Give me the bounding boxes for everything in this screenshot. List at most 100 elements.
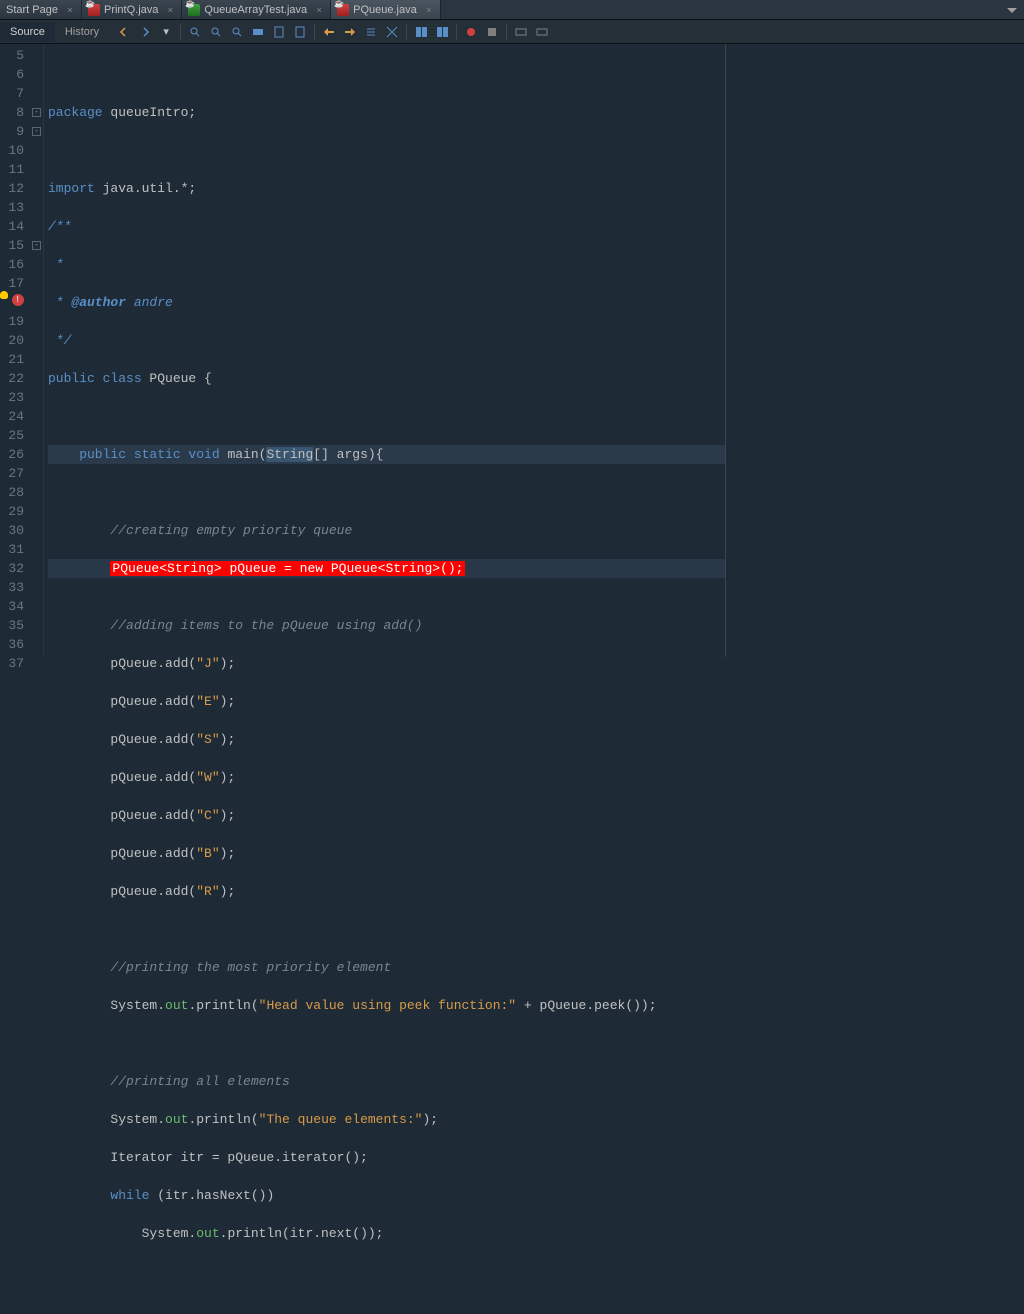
code-line: System.out.println("Head value using pee… [48, 996, 725, 1015]
line-number: 12 [0, 179, 24, 198]
code-line: package queueIntro; [48, 103, 725, 122]
line-number: 30 [0, 521, 24, 540]
back-icon[interactable] [115, 23, 133, 41]
source-tab[interactable]: Source [0, 22, 55, 42]
dropdown-icon[interactable]: ▾ [157, 23, 175, 41]
toggle-highlight-icon[interactable] [249, 23, 267, 41]
tab-label: PrintQ.java [104, 4, 158, 16]
file-tabs-bar: Start Page × ☕ PrintQ.java × ☕ QueueArra… [0, 0, 1024, 20]
history-tab[interactable]: History [55, 22, 109, 42]
line-number: 6 [0, 65, 24, 84]
code-line: while (itr.hasNext()) [48, 1186, 725, 1205]
line-number: 29 [0, 502, 24, 521]
code-line [48, 407, 725, 426]
line-number: 23 [0, 388, 24, 407]
code-line: //creating empty priority queue [48, 521, 725, 540]
tab-pqueue[interactable]: ☕ PQueue.java × [331, 0, 441, 19]
comment-icon[interactable] [362, 23, 380, 41]
next-bookmark-icon[interactable] [291, 23, 309, 41]
line-number: 16 [0, 255, 24, 274]
code-line: public class PQueue { [48, 369, 725, 388]
tab-label: Start Page [6, 4, 58, 16]
minimize-icon[interactable] [1002, 2, 1022, 18]
diff-icon[interactable] [412, 23, 430, 41]
prev-bookmark-icon[interactable] [270, 23, 288, 41]
tab-printq[interactable]: ☕ PrintQ.java × [82, 0, 182, 19]
lightbulb-icon[interactable] [0, 291, 8, 299]
code-line [48, 920, 725, 939]
line-number: 34 [0, 597, 24, 616]
record-macro-icon[interactable] [462, 23, 480, 41]
fold-gutter[interactable]: - - - [30, 44, 44, 657]
code-line [48, 1262, 725, 1281]
code-line [48, 578, 725, 597]
line-number: 11 [0, 160, 24, 179]
line-number: 28 [0, 483, 24, 502]
error-icon[interactable] [12, 294, 24, 306]
find-selection-icon[interactable] [186, 23, 204, 41]
java-file-icon: ☕ [337, 4, 349, 16]
code-line: /** [48, 217, 725, 236]
stop-macro-icon[interactable] [483, 23, 501, 41]
code-line [48, 65, 725, 84]
code-line: PQueue<String> pQueue = new PQueue<Strin… [48, 559, 725, 578]
close-icon[interactable]: × [424, 5, 434, 15]
tab-queuearraytest[interactable]: ☕ QueueArrayTest.java × [182, 0, 331, 19]
code-line: pQueue.add("C"); [48, 806, 725, 825]
code-line [48, 141, 725, 160]
diff2-icon[interactable] [433, 23, 451, 41]
line-number: 25 [0, 426, 24, 445]
code-line: System.out.println(itr.next()); [48, 1224, 725, 1243]
editor-area: 5 6 7 8 9 10 11 12 13 14 15 16 17 19 20 … [0, 44, 1024, 657]
code-line: pQueue.add("E"); [48, 692, 725, 711]
line-number: 22 [0, 369, 24, 388]
tool-extra1-icon[interactable] [512, 23, 530, 41]
line-number: 15 [0, 236, 24, 255]
find-next-icon[interactable] [228, 23, 246, 41]
line-number: 21 [0, 350, 24, 369]
line-number: 5 [0, 46, 24, 65]
line-number: 13 [0, 198, 24, 217]
code-line: pQueue.add("R"); [48, 882, 725, 901]
code-line: */ [48, 331, 725, 350]
line-number [0, 293, 24, 312]
code-line: pQueue.add("W"); [48, 768, 725, 787]
line-number: 10 [0, 141, 24, 160]
java-file-icon: ☕ [88, 4, 100, 16]
code-line: import java.util.*; [48, 179, 725, 198]
line-number: 20 [0, 331, 24, 350]
code-line: Iterator itr = pQueue.iterator(); [48, 1148, 725, 1167]
line-number: 8 [0, 103, 24, 122]
code-line: public static void main(String[] args){ [48, 445, 725, 464]
close-icon[interactable]: × [65, 5, 75, 15]
line-number: 27 [0, 464, 24, 483]
line-number: 7 [0, 84, 24, 103]
line-number: 35 [0, 616, 24, 635]
tab-start-page[interactable]: Start Page × [0, 0, 82, 19]
line-number: 24 [0, 407, 24, 426]
line-number: 14 [0, 217, 24, 236]
shift-left-icon[interactable] [320, 23, 338, 41]
tool-extra2-icon[interactable] [533, 23, 551, 41]
code-line: //printing the most priority element [48, 958, 725, 977]
close-icon[interactable]: × [165, 5, 175, 15]
code-line: System.out.println("The queue elements:"… [48, 1110, 725, 1129]
line-number: 26 [0, 445, 24, 464]
code-line [48, 1034, 725, 1053]
editor-sub-bar: Source History ▾ [0, 20, 1024, 44]
fold-toggle-icon[interactable]: - [30, 103, 43, 122]
code-editor[interactable]: package queueIntro; import java.util.*; … [44, 44, 726, 657]
fold-toggle-icon[interactable]: - [30, 122, 43, 141]
shift-right-icon[interactable] [341, 23, 359, 41]
close-icon[interactable]: × [314, 5, 324, 15]
editor-toolbar: ▾ [109, 23, 551, 41]
forward-icon[interactable] [136, 23, 154, 41]
line-number: 31 [0, 540, 24, 559]
tab-label: PQueue.java [353, 4, 417, 16]
line-number-gutter[interactable]: 5 6 7 8 9 10 11 12 13 14 15 16 17 19 20 … [0, 44, 30, 657]
find-prev-icon[interactable] [207, 23, 225, 41]
fold-toggle-icon[interactable]: - [30, 236, 43, 255]
uncomment-icon[interactable] [383, 23, 401, 41]
code-line: pQueue.add("S"); [48, 730, 725, 749]
code-line: pQueue.add("B"); [48, 844, 725, 863]
